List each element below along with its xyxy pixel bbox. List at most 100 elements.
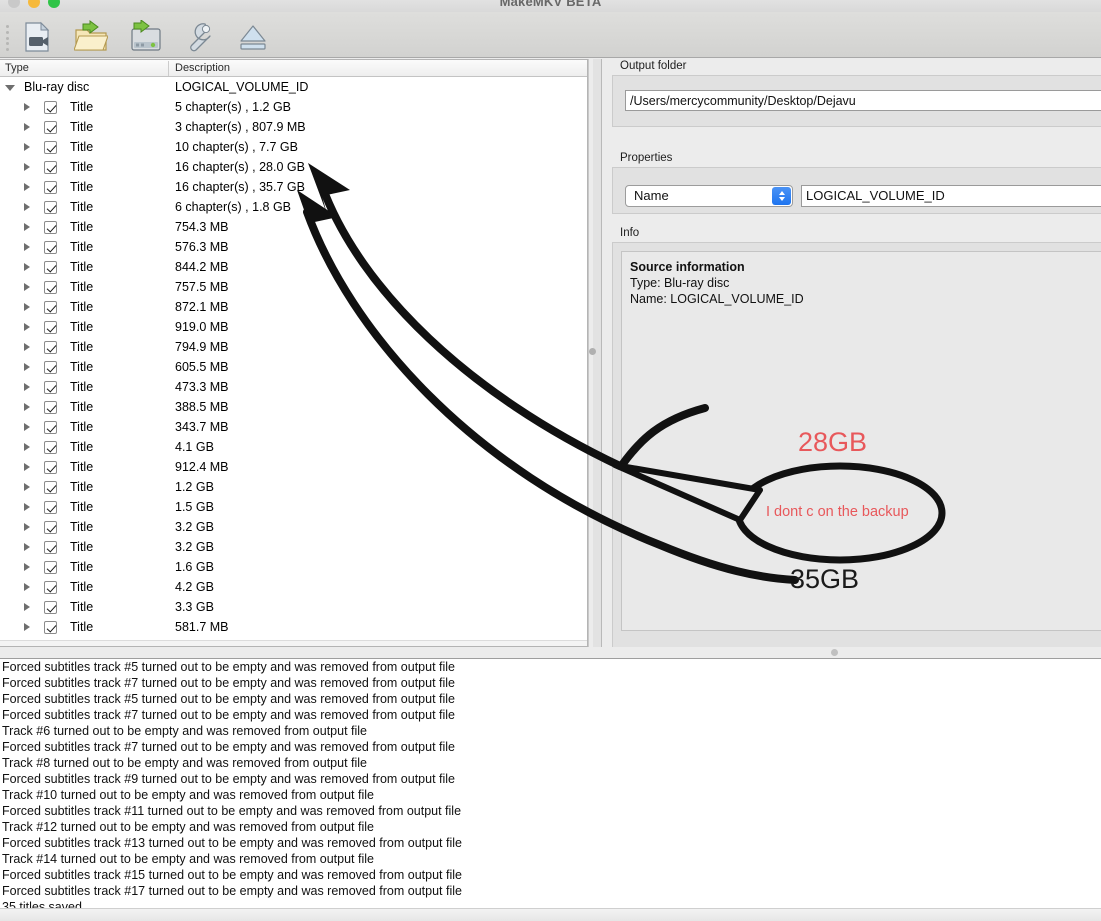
open-drive-button[interactable] [122,18,168,56]
title-checkbox[interactable] [44,561,57,574]
table-row[interactable]: Title 576.3 MB [0,237,587,257]
title-checkbox[interactable] [44,461,57,474]
table-row[interactable]: Title 16 chapter(s) , 35.7 GB [0,177,587,197]
table-row[interactable]: Title 3.2 GB [0,517,587,537]
table-row[interactable]: Title 605.5 MB [0,357,587,377]
title-checkbox[interactable] [44,101,57,114]
column-header-type[interactable]: Type [5,62,29,74]
title-checkbox[interactable] [44,481,57,494]
title-list-pane[interactable]: Type Description Blu-ray disc LOGICAL_VO… [0,59,588,647]
title-checkbox[interactable] [44,581,57,594]
title-checkbox[interactable] [44,541,57,554]
open-files-button[interactable] [14,18,60,56]
table-row[interactable]: Title 3.3 GB [0,597,587,617]
expand-triangle-icon[interactable] [24,103,30,111]
title-checkbox[interactable] [44,421,57,434]
expand-triangle-icon[interactable] [24,383,30,391]
title-checkbox[interactable] [44,181,57,194]
table-row[interactable]: Title 473.3 MB [0,377,587,397]
expand-triangle-icon[interactable] [24,203,30,211]
expand-triangle-icon[interactable] [24,283,30,291]
expand-triangle-icon[interactable] [24,343,30,351]
table-row[interactable]: Title 872.1 MB [0,297,587,317]
property-select[interactable]: Name [625,184,793,207]
table-row[interactable]: Title 5 chapter(s) , 1.2 GB [0,97,587,117]
title-checkbox[interactable] [44,261,57,274]
splitter-handle-dot[interactable] [589,348,596,355]
title-checkbox[interactable] [44,201,57,214]
table-row[interactable]: Title 1.2 GB [0,477,587,497]
horizontal-splitter[interactable] [0,647,1101,659]
property-value-input[interactable]: LOGICAL_VOLUME_ID [801,184,1101,207]
table-row[interactable]: Title 581.7 MB [0,617,587,637]
vertical-splitter[interactable] [588,59,606,647]
title-checkbox[interactable] [44,361,57,374]
expand-triangle-icon[interactable] [24,503,30,511]
chevron-updown-icon[interactable] [772,186,791,205]
table-row[interactable]: Title 794.9 MB [0,337,587,357]
table-row[interactable]: Title 4.2 GB [0,577,587,597]
table-row[interactable]: Title 757.5 MB [0,277,587,297]
expand-triangle-icon[interactable] [24,223,30,231]
title-checkbox[interactable] [44,401,57,414]
expand-triangle-icon[interactable] [24,183,30,191]
title-checkbox[interactable] [44,341,57,354]
title-checkbox[interactable] [44,501,57,514]
title-checkbox[interactable] [44,141,57,154]
table-row[interactable]: Title 388.5 MB [0,397,587,417]
expand-triangle-icon[interactable] [24,243,30,251]
expand-triangle-icon[interactable] [24,443,30,451]
expand-triangle-icon[interactable] [24,363,30,371]
title-checkbox[interactable] [44,221,57,234]
expand-triangle-icon[interactable] [24,263,30,271]
table-row[interactable]: Title 3.2 GB [0,537,587,557]
expand-triangle-icon[interactable] [24,303,30,311]
output-folder-input[interactable]: /Users/mercycommunity/Desktop/Dejavu [625,90,1101,111]
title-checkbox[interactable] [44,241,57,254]
table-row[interactable]: Title 912.4 MB [0,457,587,477]
expand-triangle-icon[interactable] [24,143,30,151]
horizontal-splitter-handle-dot[interactable] [831,649,838,656]
expand-triangle-icon[interactable] [24,403,30,411]
table-row[interactable]: Title 10 chapter(s) , 7.7 GB [0,137,587,157]
expand-triangle-icon[interactable] [24,523,30,531]
expand-triangle-icon[interactable] [24,323,30,331]
expand-triangle-icon[interactable] [24,123,30,131]
disc-row[interactable]: Blu-ray disc LOGICAL_VOLUME_ID [0,77,587,97]
column-divider[interactable] [168,61,169,76]
open-folder-button[interactable] [68,18,114,56]
settings-button[interactable] [176,18,222,56]
expand-triangle-icon[interactable] [24,423,30,431]
title-checkbox[interactable] [44,521,57,534]
table-row[interactable]: Title 919.0 MB [0,317,587,337]
table-row[interactable]: Title 4.1 GB [0,437,587,457]
title-checkbox[interactable] [44,601,57,614]
table-row[interactable]: Title 1.6 GB [0,557,587,577]
title-checkbox[interactable] [44,381,57,394]
expand-triangle-icon[interactable] [24,623,30,631]
title-checkbox[interactable] [44,301,57,314]
title-checkbox[interactable] [44,281,57,294]
table-row[interactable]: Title 343.7 MB [0,417,587,437]
title-checkbox[interactable] [44,321,57,334]
column-header-description[interactable]: Description [175,62,230,74]
expand-triangle-icon[interactable] [24,603,30,611]
disc-expand-triangle-icon[interactable] [5,85,15,95]
table-row[interactable]: Title 754.3 MB [0,217,587,237]
log-pane[interactable]: Forced subtitles track #5 turned out to … [0,659,1101,908]
title-checkbox[interactable] [44,621,57,634]
list-horizontal-scrollbar[interactable] [0,640,587,646]
eject-button[interactable] [230,18,276,56]
expand-triangle-icon[interactable] [24,563,30,571]
title-checkbox[interactable] [44,161,57,174]
table-row[interactable]: Title 3 chapter(s) , 807.9 MB [0,117,587,137]
table-row[interactable]: Title 16 chapter(s) , 28.0 GB [0,157,587,177]
expand-triangle-icon[interactable] [24,463,30,471]
expand-triangle-icon[interactable] [24,163,30,171]
title-checkbox[interactable] [44,441,57,454]
table-row[interactable]: Title 6 chapter(s) , 1.8 GB [0,197,587,217]
title-checkbox[interactable] [44,121,57,134]
expand-triangle-icon[interactable] [24,543,30,551]
expand-triangle-icon[interactable] [24,483,30,491]
table-row[interactable]: Title 1.5 GB [0,497,587,517]
